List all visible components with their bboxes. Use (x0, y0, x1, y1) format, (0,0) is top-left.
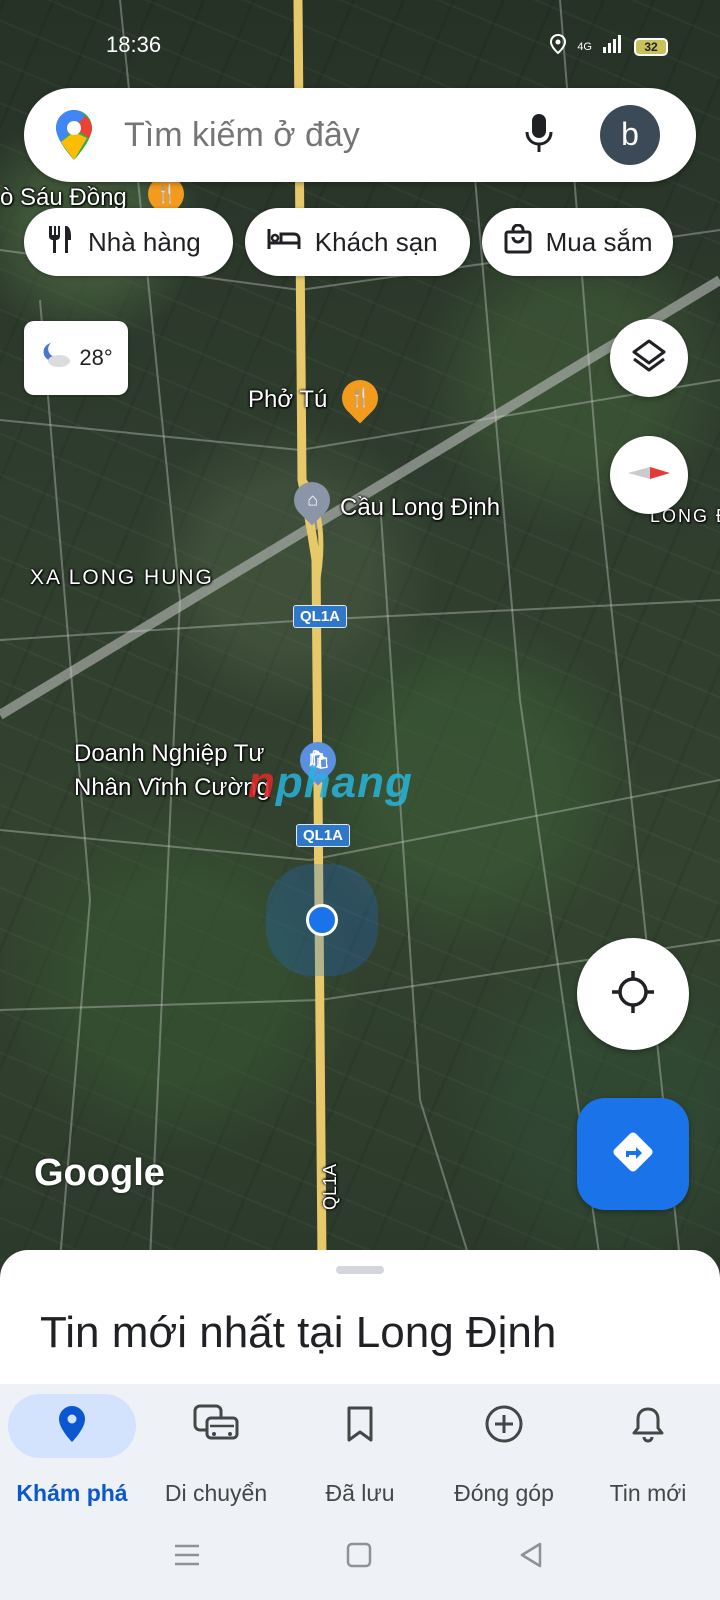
compass-icon (626, 463, 672, 488)
bell-icon (632, 1405, 664, 1448)
chip-label: Nhà hàng (88, 226, 201, 257)
map-view[interactable]: ò Sáu Đồng 🍴 Phở Tú 🍴 ⌂ Cầu Long Định XA… (0, 0, 720, 1260)
chip-shopping[interactable]: Mua sắm (481, 208, 673, 276)
nav-explore[interactable]: Khám phá (0, 1384, 144, 1514)
map-label-road: QL1A (320, 1163, 340, 1210)
battery-icon: 32 (634, 37, 668, 56)
layers-icon (630, 337, 668, 380)
map-label-xa-long-hung: XA LONG HUNG (30, 566, 214, 589)
my-location-button[interactable] (577, 938, 689, 1050)
shopping-bag-icon (504, 223, 532, 261)
map-label-pho-tu[interactable]: Phở Tú (248, 386, 327, 414)
bookmark-icon (346, 1406, 374, 1447)
layers-button[interactable] (610, 319, 688, 397)
directions-icon (610, 1129, 656, 1180)
bottom-navigation: Khám phá Di chuyển Đã lưu Đóng góp Tin m… (0, 1384, 720, 1514)
explore-pin-icon (58, 1405, 86, 1448)
nav-commute[interactable]: Di chuyển (144, 1384, 288, 1514)
restaurant-icon (46, 224, 74, 261)
back-icon[interactable] (518, 1542, 544, 1573)
watermark: nphang (248, 758, 413, 807)
chip-label: Mua sắm (545, 226, 653, 257)
route-shield: QL1A (293, 605, 348, 628)
hotel-icon (267, 227, 301, 258)
search-bar[interactable]: b (24, 88, 696, 182)
current-location-dot (306, 904, 338, 936)
status-bar: 18:36 4G 32 (0, 28, 720, 64)
add-circle-icon (484, 1404, 524, 1449)
nav-label: Tin mới (609, 1480, 687, 1506)
nav-label: Khám phá (16, 1480, 128, 1506)
map-label-doanh-nghiep[interactable]: Doanh Nghiệp Tư (74, 740, 264, 768)
nav-saved[interactable]: Đã lưu (288, 1384, 432, 1514)
nav-updates[interactable]: Tin mới (576, 1384, 720, 1514)
map-label-cau-long-dinh[interactable]: Cầu Long Định (340, 494, 500, 522)
compass-button[interactable] (610, 436, 688, 514)
nav-label: Di chuyển (164, 1480, 268, 1506)
search-input[interactable] (122, 116, 506, 154)
chip-restaurants[interactable]: Nhà hàng (24, 208, 233, 276)
menu-icon[interactable] (174, 1542, 200, 1573)
account-avatar[interactable]: b (600, 105, 660, 165)
highway-ql1a (293, 0, 327, 1260)
chip-hotels[interactable]: Khách sạn (244, 208, 470, 276)
weather-chip[interactable]: 28° (24, 321, 128, 395)
category-chips: Nhà hàng Khách sạn Mua sắm (24, 208, 673, 276)
microphone-icon[interactable] (524, 112, 554, 161)
news-sheet[interactable]: Tin mới nhất tại Long Định (0, 1250, 720, 1384)
route-shield: QL1A (296, 824, 351, 847)
nav-label: Đã lưu (325, 1480, 395, 1506)
sheet-title: Tin mới nhất tại Long Định (40, 1308, 557, 1357)
nav-label: Đóng góp (454, 1480, 554, 1506)
map-label-doanh-nghiep-line2[interactable]: Nhân Vĩnh Cường (74, 774, 270, 802)
google-logo: Google (34, 1152, 165, 1194)
weather-temp: 28° (79, 345, 113, 370)
partly-cloudy-night-icon (39, 341, 73, 375)
directions-button[interactable] (577, 1098, 689, 1210)
sheet-handle[interactable] (336, 1266, 384, 1274)
signal-icon (602, 35, 624, 58)
commute-icon (193, 1404, 239, 1449)
nav-contribute[interactable]: Đóng góp (432, 1384, 576, 1514)
maps-logo-icon (54, 108, 94, 167)
system-navigation (0, 1514, 720, 1600)
chip-label: Khách sạn (314, 226, 438, 257)
network-type: 4G (577, 40, 592, 53)
location-status-icon (549, 33, 567, 59)
home-icon[interactable] (346, 1542, 372, 1573)
status-time: 18:36 (106, 32, 162, 57)
my-location-icon (610, 969, 656, 1020)
